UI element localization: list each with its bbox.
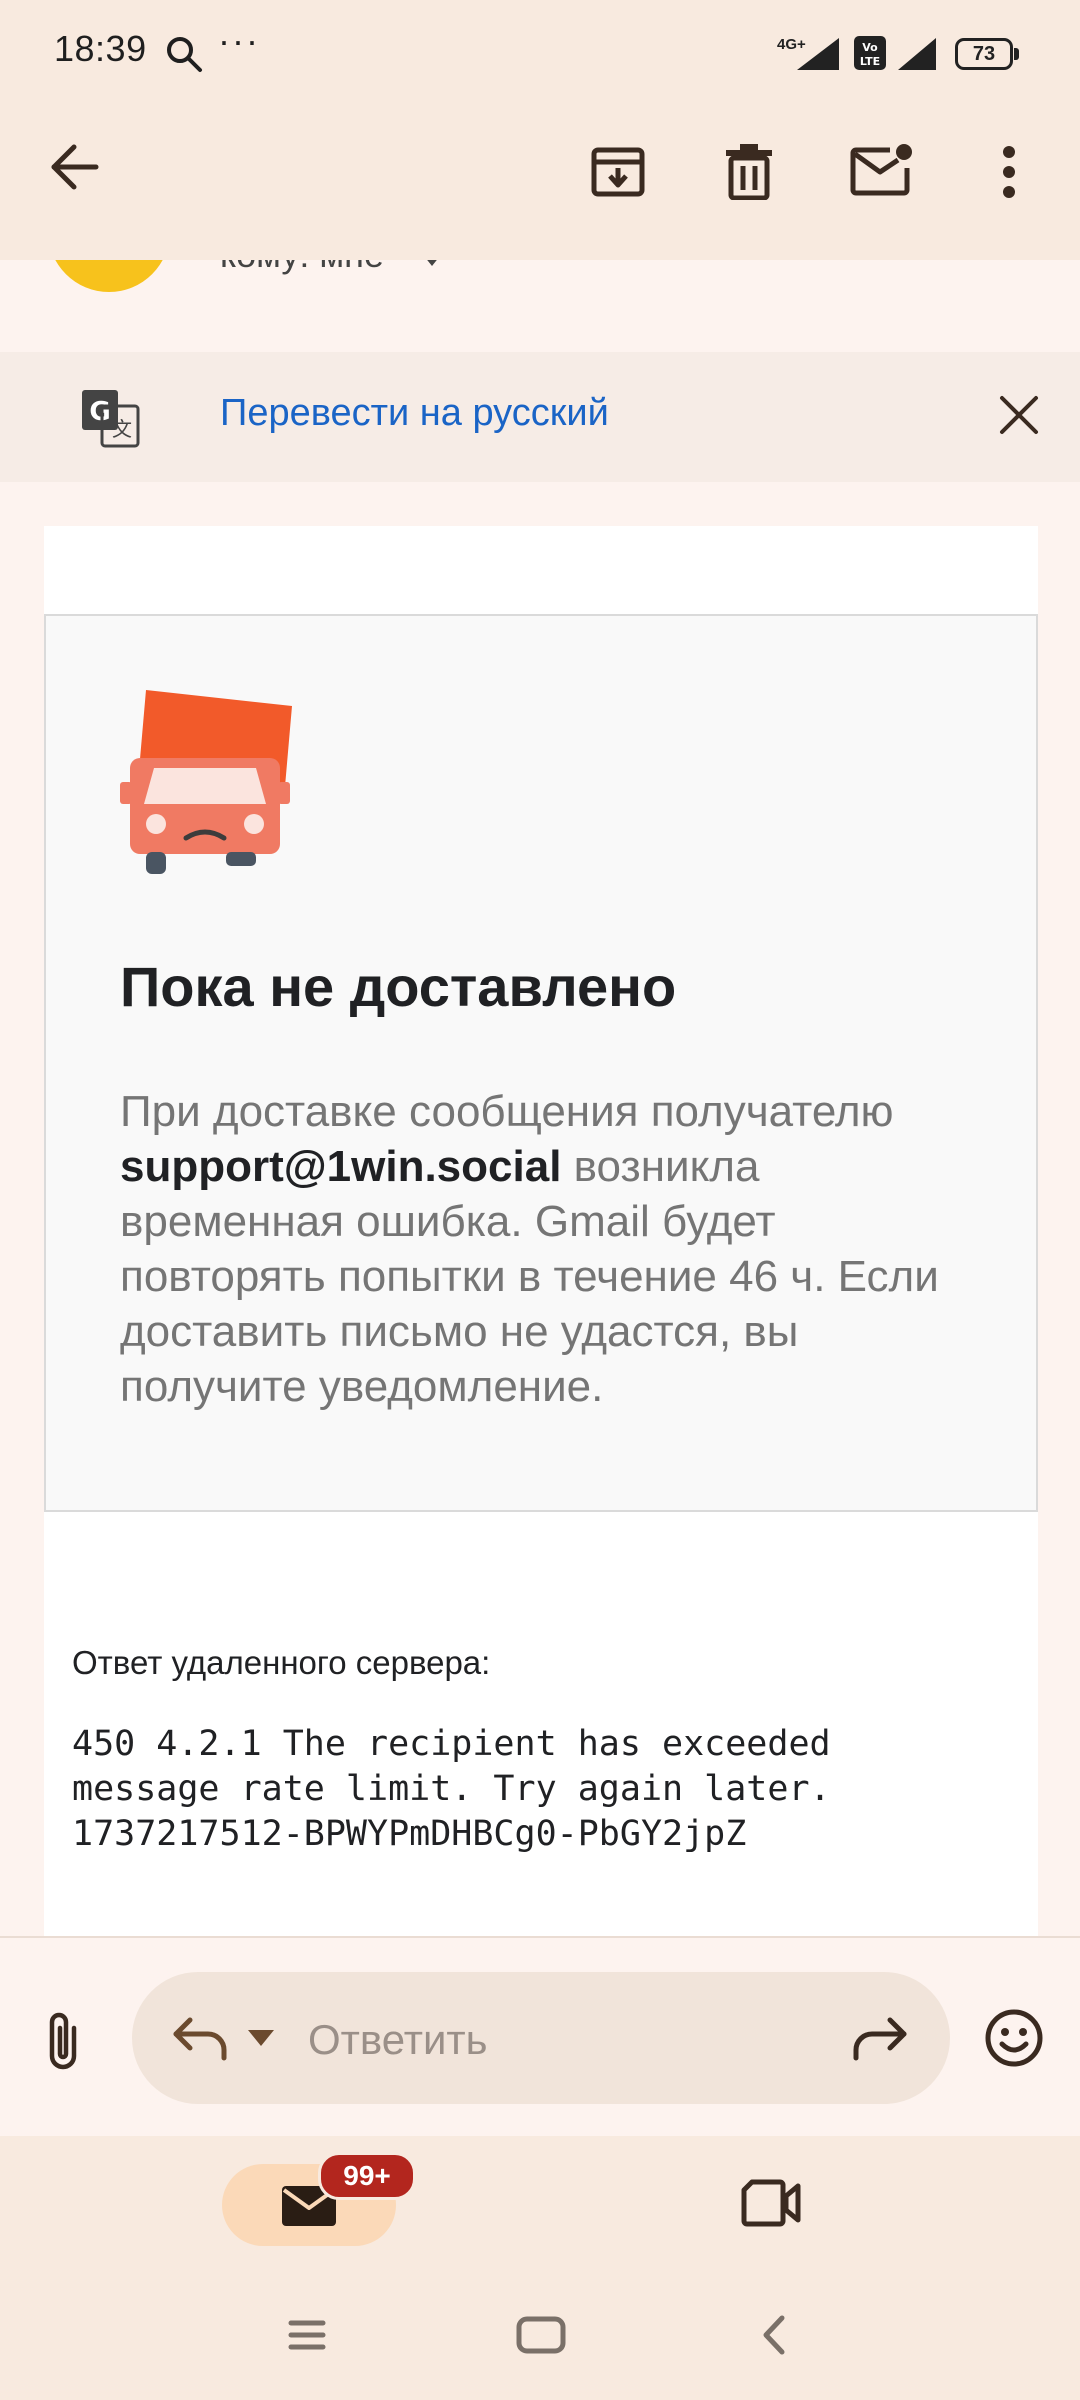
unread-badge: 99+ <box>318 2152 416 2200</box>
trash-icon[interactable] <box>724 142 774 200</box>
more-notifications-icon: ··· <box>218 20 260 61</box>
attachment-icon[interactable] <box>40 2008 86 2072</box>
volte-icon: Vo LTE <box>854 36 886 70</box>
more-vert-icon[interactable] <box>998 144 1020 200</box>
toolbar-cover <box>0 110 1080 260</box>
home-icon[interactable] <box>516 2316 566 2354</box>
bottom-navigation <box>0 2136 1080 2400</box>
reply-icon[interactable] <box>170 2014 230 2062</box>
meet-video-icon[interactable] <box>740 2178 802 2228</box>
svg-text:文: 文 <box>112 417 132 441</box>
battery-indicator: 73 <box>955 38 1013 70</box>
forward-icon[interactable] <box>852 2014 910 2062</box>
svg-text:LTE: LTE <box>860 55 880 68</box>
bounce-message: При доставке сообщения получателю suppor… <box>120 1084 980 1414</box>
svg-text:Vo: Vo <box>862 41 878 54</box>
battery-nub <box>1014 48 1019 60</box>
back-arrow-icon[interactable] <box>48 140 102 194</box>
bounce-text-before: При доставке сообщения получателю <box>120 1087 894 1136</box>
recent-apps-icon[interactable] <box>288 2318 326 2352</box>
mark-unread-icon[interactable] <box>850 142 916 198</box>
recipient-email[interactable]: support@1win.social <box>120 1142 561 1191</box>
translate-icon: G 文 <box>82 390 140 448</box>
sad-truck-icon <box>120 690 292 874</box>
search-icon <box>167 37 202 72</box>
system-back-icon[interactable] <box>760 2314 788 2356</box>
translate-link[interactable]: Перевести на русский <box>220 392 609 435</box>
archive-icon[interactable] <box>590 144 646 200</box>
svg-text:G: G <box>89 397 110 427</box>
signal-icon-2 <box>898 38 936 70</box>
bounce-title: Пока не доставлено <box>120 955 677 1018</box>
close-icon[interactable] <box>998 394 1040 436</box>
signal-icon <box>797 38 839 70</box>
emoji-icon[interactable] <box>984 2008 1044 2068</box>
reply-options-chevron-icon[interactable] <box>246 2028 276 2048</box>
remote-server-label: Ответ удаленного сервера: <box>72 1644 491 1681</box>
status-time: 18:39 <box>54 28 147 69</box>
reply-placeholder: Ответить <box>308 2016 488 2063</box>
sender-row <box>0 260 1080 352</box>
remote-server-response: 450 4.2.1 The recipient has exceeded mes… <box>72 1724 831 1854</box>
